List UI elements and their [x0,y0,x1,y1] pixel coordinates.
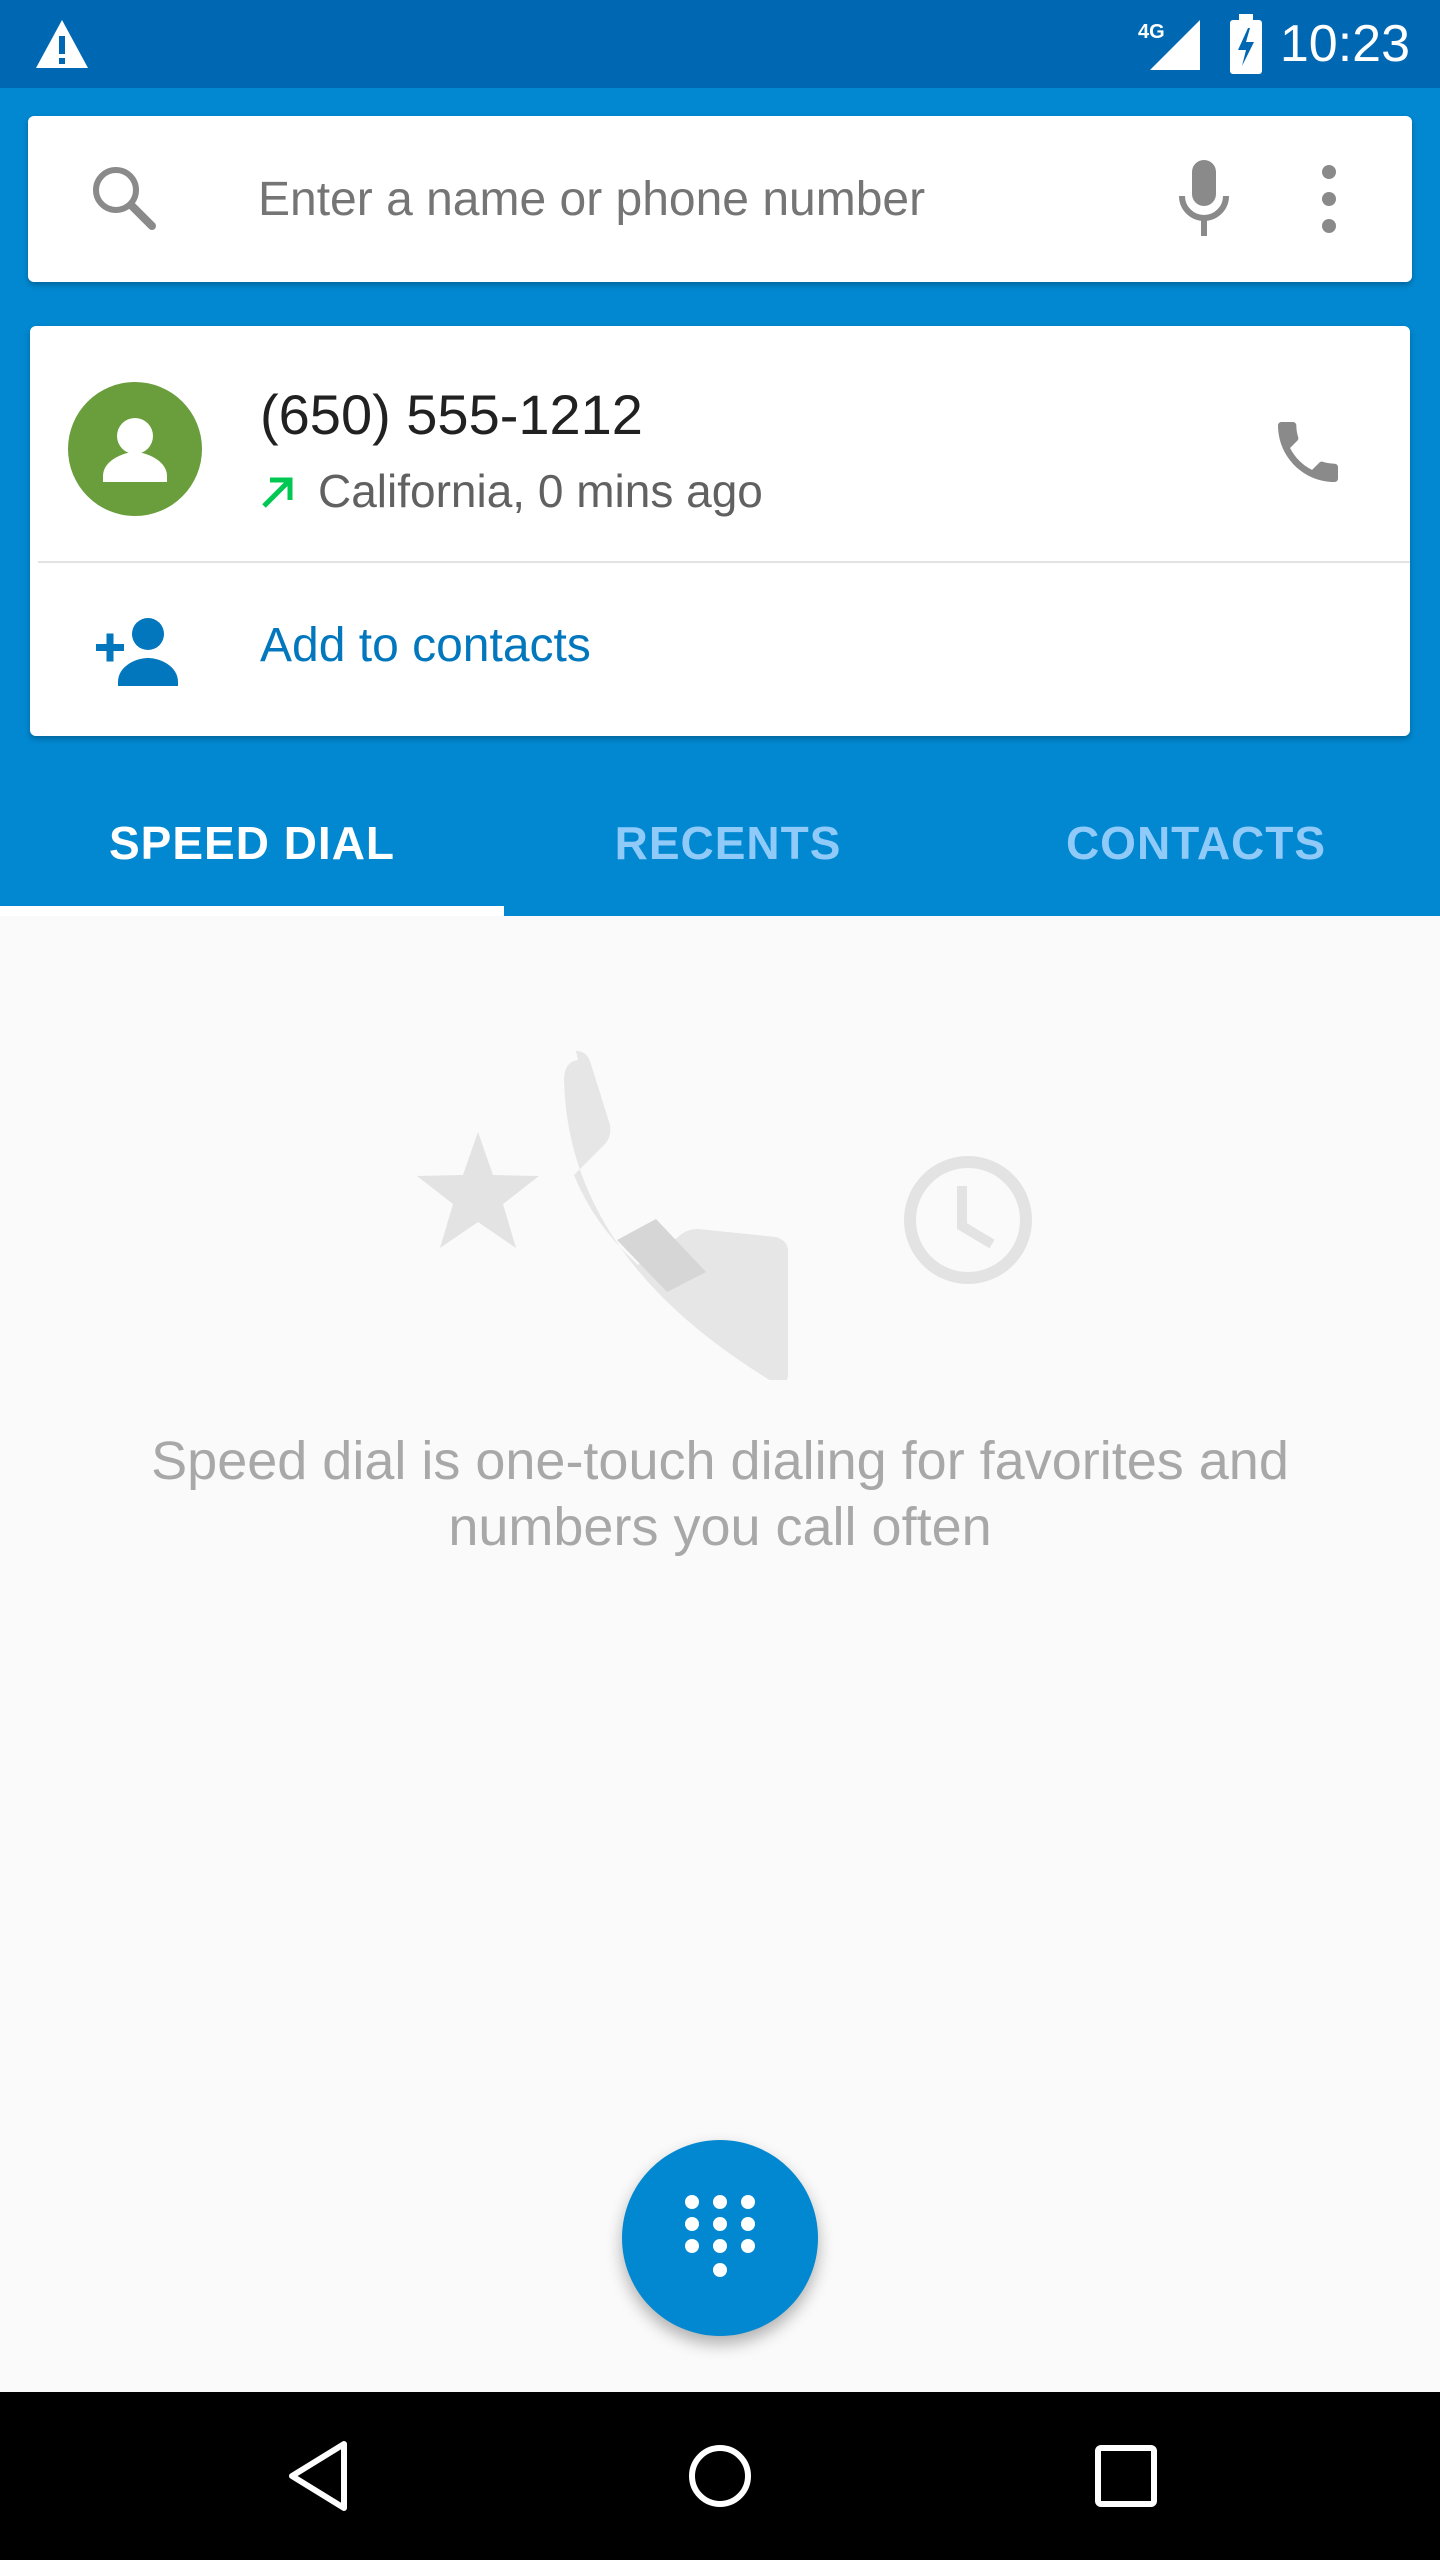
recent-call-card: (650) 555-1212 California, 0 mins ago Ad… [30,326,1410,736]
clock-icon [904,1156,1032,1284]
tab-bar: SPEED DIAL RECENTS CONTACTS [0,770,1440,916]
battery-charging-icon [1230,14,1262,74]
tab-recents[interactable]: RECENTS [504,770,952,916]
signal-icon: 4G [1138,20,1200,70]
navigation-bar [0,2392,1440,2560]
back-icon[interactable] [282,2436,362,2516]
star-icon [417,1132,539,1248]
status-time: 10:23 [1279,15,1410,73]
speed-dial-empty-illustration [417,1051,1032,1380]
call-icon[interactable] [1268,412,1348,492]
recent-call-number[interactable]: (650) 555-1212 [260,382,643,447]
warning-icon [36,20,88,68]
dialpad-button[interactable] [622,2140,818,2336]
add-person-icon[interactable] [92,610,184,690]
recent-call-meta: California, 0 mins ago [318,465,763,517]
speed-dial-empty-message: Speed dial is one-touch dialing for favo… [151,1431,1289,1557]
mic-icon[interactable] [1164,154,1244,244]
status-bar: 4G 10:23 [0,0,1440,88]
recents-icon[interactable] [1086,2436,1166,2516]
search-icon[interactable] [84,158,166,240]
search-bar[interactable] [28,116,1412,282]
add-to-contacts-link[interactable]: Add to contacts [260,618,591,673]
tab-indicator [0,906,504,916]
dialpad-icon [685,2195,755,2277]
phone-illustration-icon [564,1051,788,1380]
outgoing-call-icon [262,477,293,508]
network-type-label: 4G [1138,21,1165,43]
tab-speed-dial[interactable]: SPEED DIAL [0,770,504,916]
search-input[interactable] [258,156,1138,242]
avatar[interactable] [68,382,202,516]
tab-contacts[interactable]: CONTACTS [952,770,1440,916]
card-divider [38,561,1410,563]
more-vert-icon[interactable] [1304,162,1354,236]
avatar-person-icon [103,418,167,482]
home-icon[interactable] [680,2436,760,2516]
